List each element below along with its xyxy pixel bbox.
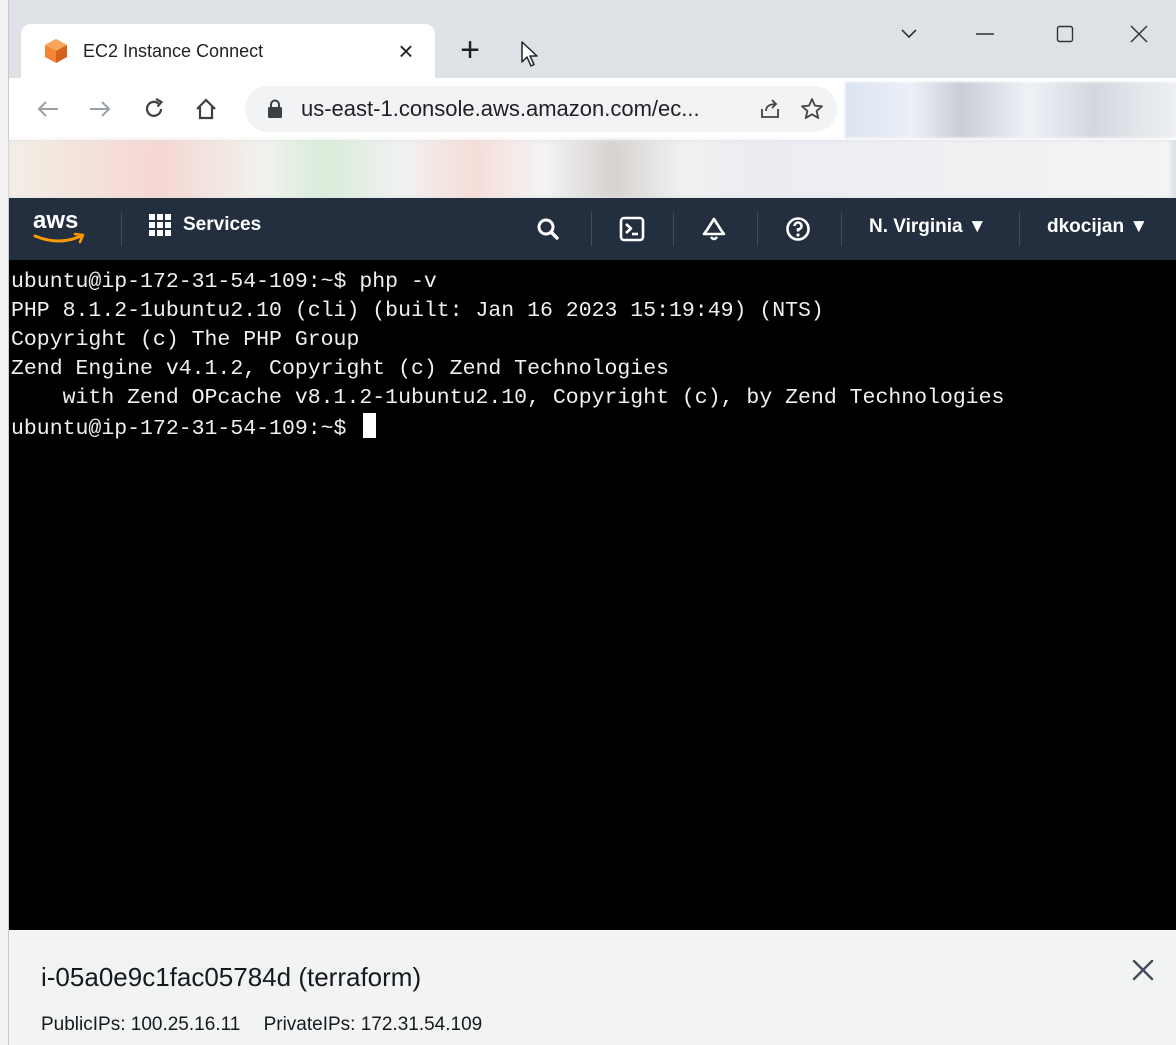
share-icon[interactable] (753, 92, 787, 126)
back-icon[interactable] (31, 92, 65, 126)
header-divider (757, 212, 758, 246)
maximize-icon[interactable] (1047, 18, 1083, 50)
home-icon[interactable] (189, 92, 223, 126)
aws-ec2-favicon-icon (45, 39, 67, 63)
address-bar[interactable]: us-east-1.console.aws.amazon.com/ec... (245, 86, 837, 132)
aws-logo-text: aws (33, 207, 79, 234)
region-selector[interactable]: N. Virginia ▼ (869, 216, 987, 238)
instance-ips: PublicIPs: 100.25.16.11 PrivateIPs: 172.… (41, 1014, 500, 1036)
terminal-prompt-line: ubuntu@ip-172-31-54-109:~$ (11, 413, 1175, 442)
account-menu[interactable]: dkocijan ▼ (1047, 216, 1148, 238)
terminal[interactable]: ubuntu@ip-172-31-54-109:~$ php -v PHP 8.… (9, 260, 1176, 930)
terminal-cursor (363, 413, 377, 438)
tab-strip: EC2 Instance Connect × + (9, 0, 1176, 78)
blurred-bookmarks-bar (9, 140, 1171, 198)
window-close-icon[interactable] (1121, 18, 1157, 50)
private-ips: PrivateIPs: 172.31.54.109 (263, 1014, 483, 1035)
minimize-icon[interactable] (967, 18, 1003, 50)
lock-icon (268, 99, 282, 118)
header-divider (841, 212, 842, 246)
cloudshell-icon[interactable] (617, 214, 647, 244)
terminal-line: Copyright (c) The PHP Group (11, 328, 360, 352)
instance-details-panel: i-05a0e9c1fac05784d (terraform) PublicIP… (9, 930, 1176, 1045)
browser-window: EC2 Instance Connect × + us-east-1.conso… (8, 0, 1176, 1045)
header-divider (591, 212, 592, 246)
header-divider (121, 212, 122, 246)
bookmark-star-icon[interactable] (795, 92, 829, 126)
terminal-prompt: ubuntu@ip-172-31-54-109:~$ (11, 417, 360, 441)
tab-title: EC2 Instance Connect (83, 40, 264, 61)
terminal-line: Zend Engine v4.1.2, Copyright (c) Zend T… (11, 357, 670, 381)
terminal-line: ubuntu@ip-172-31-54-109:~$ php -v (11, 270, 437, 294)
tab-close-icon[interactable]: × (391, 38, 421, 64)
mouse-pointer-icon (521, 41, 538, 67)
header-divider (1019, 212, 1020, 246)
services-label: Services (183, 214, 262, 235)
reload-icon[interactable] (137, 92, 171, 126)
tab-ec2-instance-connect[interactable]: EC2 Instance Connect × (21, 24, 435, 78)
tab-search-icon[interactable] (891, 18, 927, 50)
aws-console-header: aws Services N. Virginia ▼ dkocijan ▼ (9, 198, 1176, 260)
forward-icon[interactable] (83, 92, 117, 126)
help-icon[interactable] (783, 214, 813, 244)
services-grid-icon (149, 214, 171, 236)
blurred-extensions-area (845, 82, 1176, 138)
aws-smile-icon (33, 232, 85, 244)
browser-toolbar: us-east-1.console.aws.amazon.com/ec... (9, 78, 1176, 140)
public-ips: PublicIPs: 100.25.16.11 (41, 1014, 241, 1035)
new-tab-button[interactable]: + (449, 30, 491, 72)
terminal-line: PHP 8.1.2-1ubuntu2.10 (cli) (built: Jan … (11, 299, 824, 323)
instance-title: i-05a0e9c1fac05784d (terraform) (41, 962, 422, 992)
aws-logo[interactable]: aws (33, 208, 95, 248)
url-text: us-east-1.console.aws.amazon.com/ec... (301, 96, 700, 121)
header-divider (673, 212, 674, 246)
notifications-bell-icon[interactable] (699, 214, 729, 244)
terminal-line: with Zend OPcache v8.1.2-1ubuntu2.10, Co… (11, 386, 1005, 410)
close-panel-icon[interactable] (1129, 956, 1157, 984)
services-menu-button[interactable]: Services (149, 214, 261, 236)
search-icon[interactable] (533, 214, 563, 244)
